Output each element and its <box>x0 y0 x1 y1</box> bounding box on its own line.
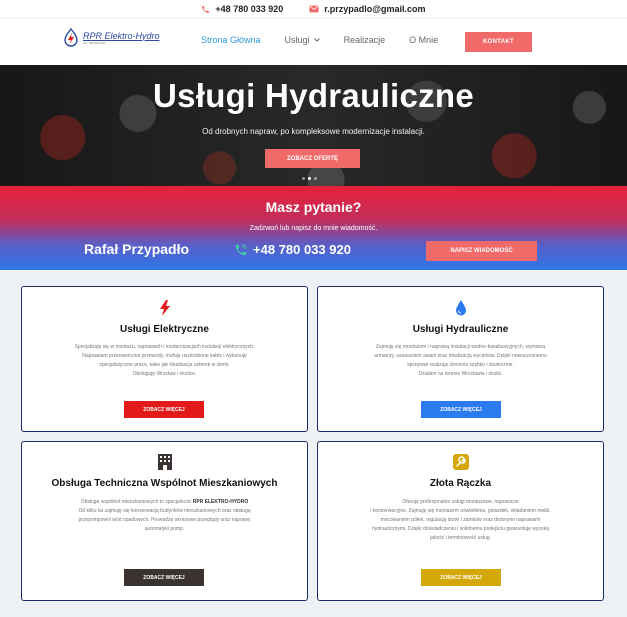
service-card-housing: Obsługa Techniczna Wspólnot Mieszkaniowy… <box>21 441 308 601</box>
card-line: hydraulicznymi. Dzięki doświadczeniu i s… <box>372 526 549 532</box>
contact-cta-band: Masz pytanie? Zadzwoń lub napisz do mnie… <box>0 186 627 270</box>
card-line: Od kilku lat zajmuję się konserwacją bud… <box>78 508 251 514</box>
cta-phone-text: +48 780 033 920 <box>253 242 351 257</box>
card-line: jakość i terminowość usług. <box>430 535 491 541</box>
card-line: specjalistyczne prace, takie jak lokaliz… <box>99 362 230 368</box>
card-line: armatury, usuwaniem awarii oraz lokaliza… <box>374 353 547 359</box>
card-line: mocowaniem półek, regulacją drzwi i zamk… <box>380 517 541 523</box>
card-line: przepompowni wód opadowych. Prowadzę okr… <box>78 517 251 523</box>
phone-icon <box>202 5 210 13</box>
service-card-handyman: Złota Rączka Oferuję profesjonalne usług… <box>317 441 604 601</box>
topbar-phone-text: +48 780 033 920 <box>215 4 284 14</box>
nav-item-about[interactable]: O Mnie <box>409 35 438 45</box>
card-description: Specjalizuję się w montażu, naprawach i … <box>36 343 293 379</box>
card-title: Złota Rączka <box>429 478 492 489</box>
site-logo[interactable]: RPR Elektro-Hydro Tel: 780 033 920 <box>63 28 160 48</box>
service-card-plumbing: Usługi Hydrauliczne Zajmuję się montażem… <box>317 286 604 432</box>
nav-menu: Strona Główna Usługi Realizacje O Mnie <box>201 35 462 45</box>
hero-title: Usługi Hydrauliczne <box>152 77 475 114</box>
handyman-icon <box>318 454 603 470</box>
card-line: Obsługuję Wrocław i okolice. <box>132 371 197 377</box>
cta-owner-name: Rafał Przypadło <box>84 241 190 257</box>
card-description: Obsługa wspólnot mieszkaniowych to specj… <box>36 498 293 534</box>
see-more-button[interactable]: ZOBACZ WIĘCEJ <box>421 569 501 586</box>
logo-mark-icon <box>64 28 78 47</box>
hero-slider: Usługi Hydrauliczne Od drobnych napraw, … <box>0 65 627 186</box>
card-line: Oferuję profesjonalne usługi montażowe, … <box>402 499 519 505</box>
view-offer-button[interactable]: ZOBACZ OFERTĘ <box>265 149 360 168</box>
see-more-button[interactable]: ZOBACZ WIĘCEJ <box>421 401 501 418</box>
slider-dot[interactable] <box>308 177 311 180</box>
contact-button[interactable]: KONTAKT <box>465 32 532 52</box>
chevron-down-icon <box>313 38 320 42</box>
card-line: Naprawiam przerwiercone przewody, mufuję… <box>82 353 247 359</box>
card-line: Specjalizuję się w montażu, naprawach i … <box>74 344 255 350</box>
card-line-prefix: Obsługa wspólnot mieszkaniowych to specj… <box>80 499 193 505</box>
card-line: Działam na terenie Wrocławia i okolic. <box>418 371 503 377</box>
cta-phone[interactable]: +48 780 033 920 <box>234 242 351 257</box>
card-description: Oferuję profesjonalne usługi montażowe, … <box>332 498 589 543</box>
card-description: Zajmuję się montażem i naprawą instalacj… <box>332 343 589 379</box>
slider-dot[interactable] <box>302 177 305 180</box>
topbar-email[interactable]: r.przypadlo@gmail.com <box>309 4 426 14</box>
topbar-email-text: r.przypadlo@gmail.com <box>324 4 426 14</box>
topbar-phone[interactable]: +48 780 033 920 <box>201 4 283 14</box>
card-line: Zajmuję się montażem i naprawą instalacj… <box>375 344 546 350</box>
see-more-button[interactable]: ZOBACZ WIĘCEJ <box>124 569 204 586</box>
logo-name: RPR Elektro-Hydro <box>83 30 160 41</box>
bolt-icon <box>22 300 307 316</box>
nav-item-services[interactable]: Usługi <box>285 35 320 45</box>
send-message-button[interactable]: NAPISZ WIADOMOŚĆ <box>426 241 537 261</box>
water-drop-icon <box>318 300 603 316</box>
card-title: Obsługa Techniczna Wspólnot Mieszkaniowy… <box>51 478 278 489</box>
nav-item-home[interactable]: Strona Główna <box>201 35 261 45</box>
card-title: Usługi Hydrauliczne <box>412 324 509 335</box>
slider-dots[interactable] <box>302 177 317 180</box>
slider-dot[interactable] <box>314 177 317 180</box>
top-contact-bar: +48 780 033 920 r.przypadlo@gmail.com <box>0 0 627 18</box>
hero-subtitle: Od drobnych napraw, po kompleksowe moder… <box>202 127 425 136</box>
card-line: Obsługa wspólnot mieszkaniowych to specj… <box>36 498 293 507</box>
card-line: sprzętowi realizuję zlecenia szybko i sk… <box>407 362 514 368</box>
service-card-electrical: Usługi Elektryczne Specjalizuję się w mo… <box>21 286 308 432</box>
logo-subtitle: Tel: 780 033 920 <box>83 40 106 45</box>
card-line: automatyki pomp. <box>144 526 185 532</box>
cta-title: Masz pytanie? <box>265 199 362 215</box>
mail-icon <box>309 5 319 13</box>
main-navigation: RPR Elektro-Hydro Tel: 780 033 920 Stron… <box>0 18 627 65</box>
cta-subtitle: Zadzwoń lub napisz do mnie wiadomość. <box>249 225 378 232</box>
card-line: i konserwacyjne. Zajmuję się montażem oś… <box>370 508 551 514</box>
card-title: Usługi Elektryczne <box>120 324 209 335</box>
nav-item-services-label: Usługi <box>284 35 310 45</box>
see-more-button[interactable]: ZOBACZ WIĘCEJ <box>124 401 204 418</box>
building-icon <box>22 454 307 470</box>
nav-item-projects[interactable]: Realizacje <box>344 35 386 45</box>
card-line-bold: RPR ELEKTRO-HYDRO <box>192 499 249 505</box>
phone-ringing-icon <box>235 243 247 255</box>
